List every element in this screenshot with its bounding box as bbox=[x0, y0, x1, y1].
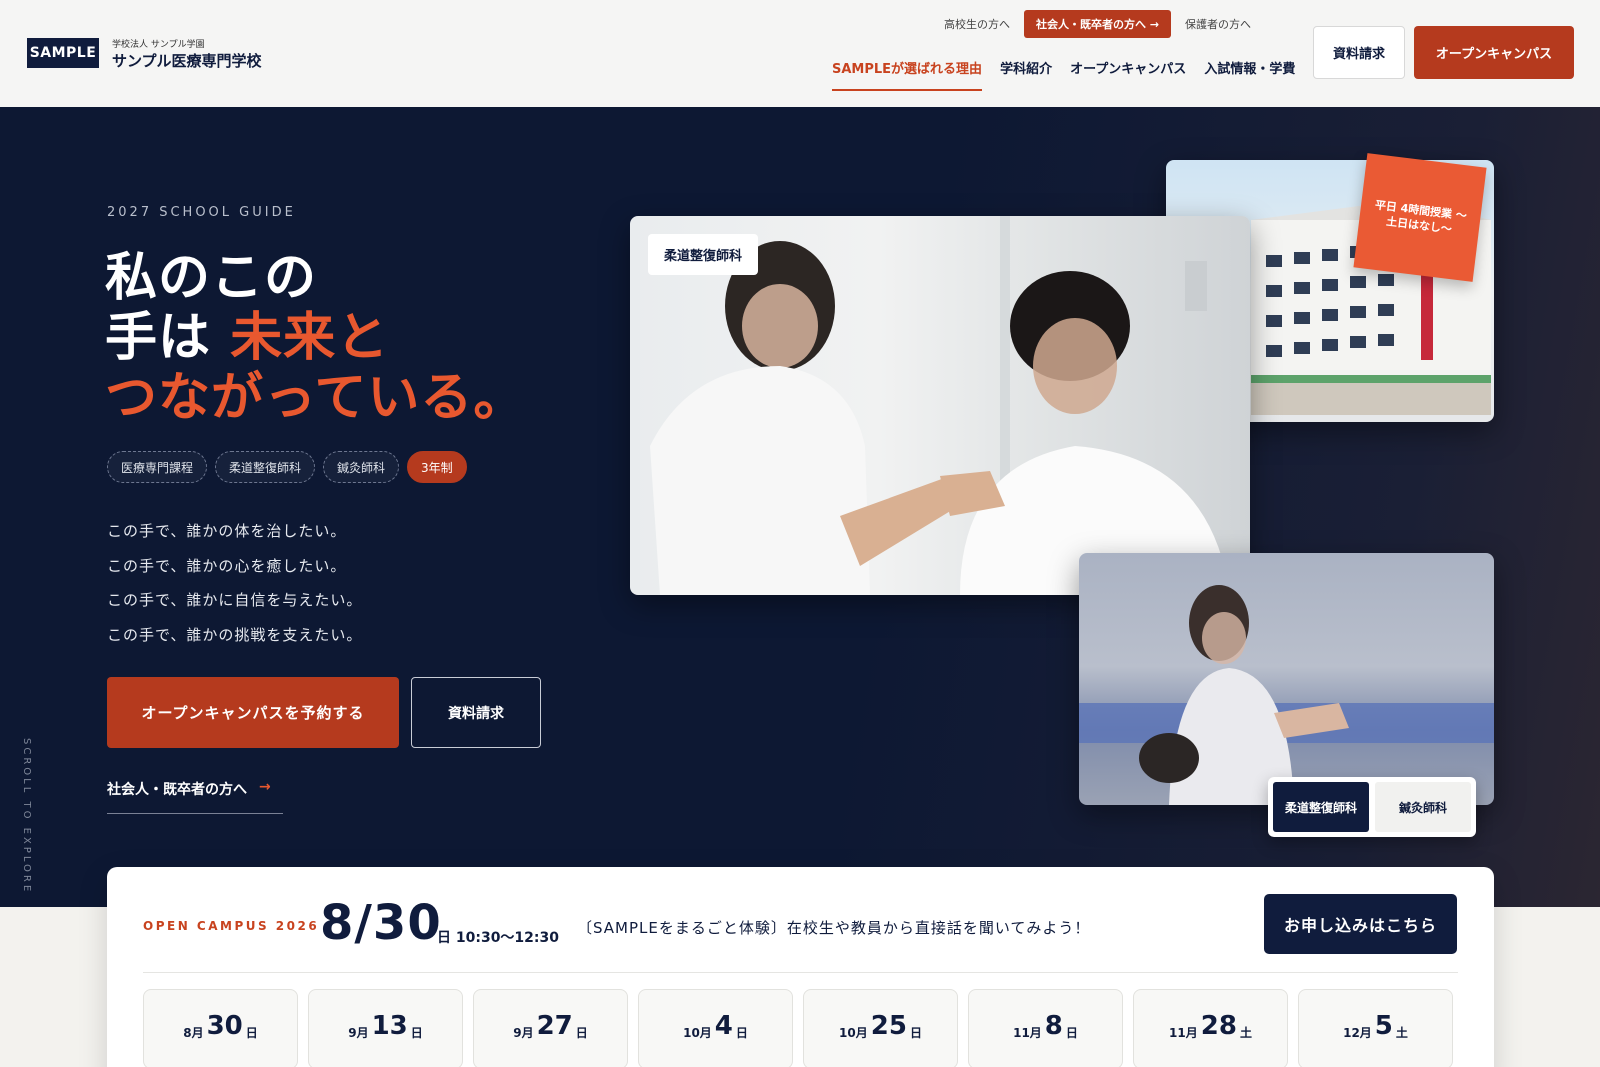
date-weekday: 日 bbox=[735, 1025, 748, 1040]
adult-link-label: 社会人・既卒者の方へ bbox=[107, 782, 247, 798]
audience-nav: 高校生の方へ 社会人・既卒者の方へ → 保護者の方へ bbox=[940, 10, 1255, 38]
date-month: 11月 bbox=[1169, 1025, 1198, 1040]
hero-line: この手で、誰かの心を癒したい。 bbox=[107, 556, 347, 575]
date-day: 27 bbox=[536, 1011, 573, 1041]
classroom-illustration bbox=[1079, 585, 1494, 805]
header-request-button[interactable]: 資料請求 bbox=[1313, 26, 1405, 79]
oc-date-list: 8月 30 日 9月 13 日 9月 27 日 10月 4 日 10月 25 日 11月 8 日 11月… bbox=[143, 989, 1453, 1067]
photo-department-label: 柔道整復師科 bbox=[648, 234, 759, 275]
classroom-photo bbox=[1079, 553, 1494, 805]
date-weekday: 日 bbox=[575, 1025, 588, 1040]
audience-parent-link[interactable]: 保護者の方へ bbox=[1181, 16, 1255, 32]
hero-line: この手で、誰かの体を治したい。 bbox=[107, 522, 347, 540]
date-month: 11月 bbox=[1013, 1025, 1042, 1040]
nav-departments[interactable]: 学科紹介 bbox=[1000, 58, 1052, 91]
logo[interactable]: SAMPLE bbox=[27, 38, 99, 68]
class-hours-sticker: 平日 4時間授業 〜土日はなし〜 bbox=[1353, 153, 1487, 282]
hero-lines: この手で、誰かの体を治したい。 この手で、誰かの心を癒したい。 この手で、誰かに… bbox=[107, 514, 362, 652]
oc-time: 日 10:30〜12:30 bbox=[437, 930, 560, 946]
date-weekday: 日 bbox=[245, 1025, 258, 1040]
nav-reasons[interactable]: SAMPLEが選ばれる理由 bbox=[832, 58, 983, 91]
date-chip[interactable]: 11月 28 土 bbox=[1133, 989, 1288, 1067]
main-nav: SAMPLEが選ばれる理由 学科紹介 オープンキャンパス 入試情報・学費 bbox=[832, 58, 1295, 91]
date-chip[interactable]: 9月 13 日 bbox=[308, 989, 463, 1067]
date-day: 8 bbox=[1044, 1011, 1063, 1041]
arrow-right-icon: → bbox=[259, 779, 271, 795]
date-month: 9月 bbox=[513, 1025, 534, 1040]
date-day: 25 bbox=[870, 1011, 907, 1041]
tag-3year: 3年制 bbox=[407, 451, 467, 483]
date-weekday: 日 bbox=[1065, 1025, 1078, 1040]
tag-course: 医療専門課程 bbox=[107, 451, 208, 483]
nav-admissions[interactable]: 入試情報・学費 bbox=[1204, 58, 1295, 91]
date-chip[interactable]: 8月 30 日 bbox=[143, 989, 298, 1067]
tag-acupuncture: 鍼灸師科 bbox=[323, 451, 400, 483]
divider bbox=[143, 972, 1458, 973]
oc-eyebrow: OPEN CAMPUS 2026 bbox=[143, 919, 320, 933]
treatment-photo: 柔道整復師科 bbox=[630, 216, 1250, 595]
date-month: 9月 bbox=[348, 1025, 369, 1040]
site-header: SAMPLE 学校法人 サンプル学園 サンプル医療専門学校 高校生の方へ 社会人… bbox=[0, 0, 1600, 107]
adult-link[interactable]: 社会人・既卒者の方へ → bbox=[107, 779, 283, 814]
hero-headline: 私のこの 手は 未来と つながっている。 bbox=[105, 248, 526, 428]
date-day: 13 bbox=[371, 1011, 408, 1041]
date-day: 5 bbox=[1374, 1011, 1393, 1041]
date-month: 8月 bbox=[183, 1025, 204, 1040]
toggle-acupuncture[interactable]: 鍼灸師科 bbox=[1375, 782, 1471, 832]
date-day: 30 bbox=[206, 1011, 243, 1041]
date-weekday: 日 bbox=[909, 1025, 922, 1040]
department-toggle: 柔道整復師科 鍼灸師科 bbox=[1268, 777, 1476, 837]
date-weekday: 土 bbox=[1239, 1025, 1252, 1040]
headline-line-2: 手は 未来と bbox=[105, 308, 526, 368]
audience-adult-link[interactable]: 社会人・既卒者の方へ → bbox=[1024, 10, 1172, 38]
nav-open-campus[interactable]: オープンキャンパス bbox=[1070, 58, 1186, 91]
date-chip[interactable]: 10月 25 日 bbox=[803, 989, 958, 1067]
reserve-open-campus-button[interactable]: オープンキャンパスを予約する bbox=[107, 677, 399, 748]
date-day: 28 bbox=[1200, 1011, 1237, 1041]
header-open-campus-button[interactable]: オープンキャンパス bbox=[1414, 26, 1574, 79]
date-day: 4 bbox=[714, 1011, 733, 1041]
audience-highschool-link[interactable]: 高校生の方へ bbox=[940, 16, 1014, 32]
date-month: 10月 bbox=[839, 1025, 868, 1040]
scroll-indicator: SCROLL TO EXPLORE bbox=[21, 738, 32, 895]
open-campus-card: OPEN CAMPUS 2026 8/30 日 10:30〜12:30 〔SAM… bbox=[107, 867, 1494, 1067]
tag-judo: 柔道整復師科 bbox=[215, 451, 316, 483]
date-chip[interactable]: 12月 5 土 bbox=[1298, 989, 1453, 1067]
date-weekday: 日 bbox=[410, 1025, 423, 1040]
hero-line: この手で、誰かに自信を与えたい。 bbox=[107, 591, 363, 609]
hero-request-button[interactable]: 資料請求 bbox=[411, 677, 541, 748]
headline-line-1: 私のこの bbox=[105, 248, 318, 308]
oc-apply-button[interactable]: お申し込みはこちら bbox=[1264, 894, 1457, 954]
headline-2a: 手は bbox=[105, 308, 212, 368]
oc-featured-date: 8/30 bbox=[320, 895, 442, 951]
date-weekday: 土 bbox=[1395, 1025, 1408, 1040]
toggle-judo[interactable]: 柔道整復師科 bbox=[1273, 782, 1369, 832]
hero-line: この手で、誰かの挑戦を支えたい。 bbox=[107, 625, 363, 644]
date-month: 10月 bbox=[683, 1025, 712, 1040]
hero-tags: 医療専門課程 柔道整復師科 鍼灸師科 3年制 bbox=[107, 451, 467, 483]
date-chip[interactable]: 11月 8 日 bbox=[968, 989, 1123, 1067]
date-month: 12月 bbox=[1343, 1025, 1372, 1040]
corp-name: 学校法人 サンプル学園 bbox=[112, 40, 205, 50]
headline-line-3: つながっている。 bbox=[105, 368, 527, 428]
hero-eyebrow: 2027 SCHOOL GUIDE bbox=[107, 205, 296, 220]
oc-description: 〔SAMPLEをまるごと体験〕在校生や教員から直接話を聞いてみよう！ bbox=[577, 919, 1091, 937]
school-name[interactable]: サンプル医療専門学校 bbox=[112, 50, 262, 71]
date-chip[interactable]: 10月 4 日 bbox=[638, 989, 793, 1067]
headline-2b: 未来と bbox=[230, 308, 390, 368]
date-chip[interactable]: 9月 27 日 bbox=[473, 989, 628, 1067]
